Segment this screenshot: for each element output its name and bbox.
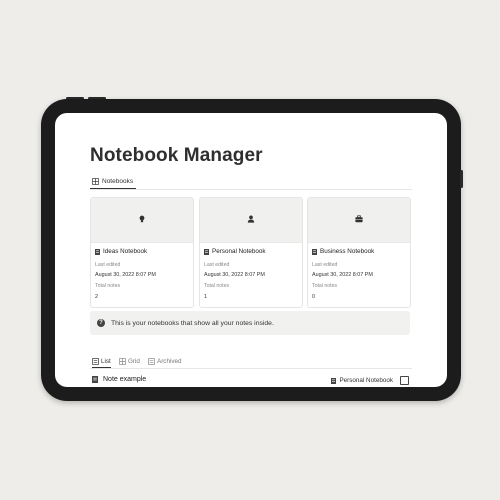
gallery-icon — [92, 178, 99, 185]
total-notes-value: 2 — [95, 294, 98, 300]
table-row: Note example Personal Notebook — [90, 375, 412, 387]
note-title: Note example — [103, 376, 147, 383]
card-title-text: Personal Notebook — [212, 248, 266, 255]
view-tab-archived[interactable]: Archived — [148, 355, 182, 367]
archive-icon — [148, 357, 155, 365]
tab-notebooks[interactable]: Notebooks — [90, 175, 137, 189]
notebook-gallery: Ideas Notebook Last edited August 30, 20… — [90, 197, 412, 308]
total-notes-label: Total notes — [312, 283, 338, 289]
document-icon — [204, 248, 209, 255]
last-edited-label: Last edited — [312, 262, 338, 268]
tablet-side-button — [460, 170, 463, 188]
document-icon — [331, 377, 337, 384]
view-tab-label: List — [101, 357, 111, 365]
callout-text: This is your notebooks that show all you… — [111, 319, 274, 327]
view-tab-label: Archived — [157, 357, 182, 365]
last-edited-value: August 30, 2022 8:07 PM — [204, 272, 265, 278]
last-edited-value: August 30, 2022 8:07 PM — [95, 272, 156, 278]
document-icon — [95, 248, 100, 255]
question-icon: ? — [97, 319, 105, 327]
note-title-link[interactable]: Note example — [92, 376, 146, 383]
card-cover — [91, 198, 193, 243]
total-notes-label: Total notes — [204, 283, 230, 289]
notebook-card-personal[interactable]: Personal Notebook Last edited August 30,… — [199, 197, 303, 308]
tab-bar: Notebooks — [90, 175, 412, 190]
card-title: Personal Notebook — [204, 248, 266, 255]
person-icon — [247, 215, 255, 223]
last-edited-label: Last edited — [95, 262, 121, 268]
note-notebook-name[interactable]: Personal Notebook — [339, 377, 393, 384]
total-notes-value: 1 — [204, 294, 207, 300]
tab-label: Notebooks — [102, 178, 134, 185]
card-title: Business Notebook — [312, 248, 374, 255]
view-tabs: List Grid Archived — [90, 355, 412, 369]
lightbulb-icon — [139, 215, 145, 223]
page-title: Notebook Manager — [90, 145, 263, 166]
card-cover — [308, 198, 410, 243]
note-notebook-relation: Personal Notebook — [331, 376, 409, 385]
total-notes-value: 0 — [312, 294, 315, 300]
view-tab-grid[interactable]: Grid — [119, 355, 140, 367]
view-tab-list[interactable]: List — [92, 355, 111, 368]
briefcase-icon — [355, 215, 363, 223]
document-icon — [92, 376, 98, 383]
tablet-screen: Notebook Manager Notebooks Ideas Noteboo… — [55, 113, 447, 387]
grid-icon — [119, 357, 126, 365]
total-notes-label: Total notes — [95, 283, 121, 289]
card-title-text: Business Notebook — [320, 248, 375, 255]
notebook-card-business[interactable]: Business Notebook Last edited August 30,… — [307, 197, 411, 308]
card-title-text: Ideas Notebook — [103, 248, 148, 255]
document-icon — [312, 248, 317, 255]
notebook-card-ideas[interactable]: Ideas Notebook Last edited August 30, 20… — [90, 197, 194, 308]
info-callout: ? This is your notebooks that show all y… — [90, 311, 410, 335]
list-icon — [92, 357, 99, 365]
last-edited-value: August 30, 2022 8:07 PM — [312, 272, 373, 278]
card-cover — [200, 198, 302, 243]
archive-checkbox[interactable] — [400, 376, 409, 385]
view-tab-label: Grid — [128, 357, 140, 365]
card-title: Ideas Notebook — [95, 248, 147, 255]
last-edited-label: Last edited — [204, 262, 230, 268]
